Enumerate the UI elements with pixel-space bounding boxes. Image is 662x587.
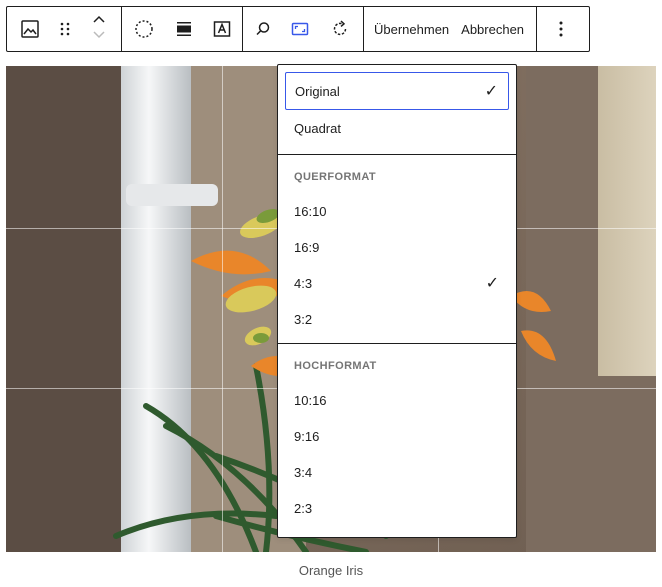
aspect-ratio-menu-portrait-section: Hochformat 10:16 9:16 3:4 2:3	[278, 344, 516, 532]
block-type-button[interactable]	[7, 7, 53, 51]
more-options-button[interactable]	[537, 7, 585, 51]
apply-button-label: Übernehmen	[374, 21, 450, 37]
move-up-down-button[interactable]	[77, 7, 121, 51]
toolbar-group-block	[7, 7, 122, 51]
aspect-option-label: 16:9	[294, 239, 320, 255]
align-button[interactable]	[166, 7, 202, 51]
checkmark-icon: ✓	[484, 83, 498, 100]
toolbar-group-style	[122, 7, 243, 51]
drag-handle-icon	[53, 17, 77, 41]
toolbar-group-crop	[243, 7, 364, 51]
rotate-icon	[328, 17, 352, 41]
portrait-heading: Hochformat	[294, 360, 377, 372]
toolbar-group-actions: Übernehmen Abbrechen	[364, 7, 538, 51]
crop-grid-line	[222, 66, 223, 552]
apply-button[interactable]: Übernehmen	[364, 7, 455, 51]
duotone-button[interactable]	[122, 7, 166, 51]
aspect-option-label: 3:2	[294, 311, 313, 327]
aspect-option-label: 10:16	[294, 392, 327, 408]
cancel-button[interactable]: Abbrechen	[455, 7, 536, 51]
aspect-option-4-3[interactable]: 4:3 ✓	[285, 265, 509, 301]
align-icon	[172, 17, 196, 41]
search-icon	[251, 17, 275, 41]
aspect-option-3-4[interactable]: 3:4	[285, 454, 509, 490]
checkmark-icon: ✓	[485, 275, 499, 292]
more-options-icon	[549, 17, 573, 41]
aspect-option-label: 9:16	[294, 428, 320, 444]
aspect-option-10-16[interactable]: 10:16	[285, 382, 509, 418]
aspect-ratio-menu-top-section: Original ✓ Quadrat	[278, 65, 516, 155]
block-toolbar: Übernehmen Abbrechen	[6, 6, 590, 52]
aspect-option-16-9[interactable]: 16:9	[285, 229, 509, 265]
aspect-ratio-menu-landscape-section: Querformat 16:10 16:9 4:3 ✓ 3:2	[278, 155, 516, 344]
move-up-down-icon	[91, 13, 107, 46]
aspect-ratio-button[interactable]	[283, 7, 317, 51]
text-overlay-icon	[210, 17, 234, 41]
aspect-option-label: 16:10	[294, 203, 327, 219]
aspect-option-label: Original	[295, 83, 340, 99]
image-icon	[18, 17, 42, 41]
aspect-option-9-16[interactable]: 9:16	[285, 418, 509, 454]
toolbar-group-more	[537, 7, 585, 51]
aspect-option-16-10[interactable]: 16:10	[285, 193, 509, 229]
landscape-heading: Querformat	[294, 171, 377, 183]
aspect-ratio-menu: Original ✓ Quadrat Querformat 16:10 16:9…	[277, 64, 517, 538]
aspect-option-label: 4:3	[294, 275, 313, 291]
aspect-option-label: 2:3	[294, 500, 313, 516]
text-overlay-button[interactable]	[202, 7, 242, 51]
aspect-option-quadrat[interactable]: Quadrat	[285, 110, 509, 146]
zoom-button[interactable]	[243, 7, 283, 51]
rotate-button[interactable]	[317, 7, 363, 51]
image-caption[interactable]: Orange Iris	[0, 563, 662, 578]
duotone-icon	[132, 17, 156, 41]
cancel-button-label: Abbrechen	[461, 21, 525, 37]
aspect-option-3-2[interactable]: 3:2	[285, 301, 509, 337]
aspect-option-label: Quadrat	[294, 120, 341, 136]
drag-handle-button[interactable]	[53, 7, 77, 51]
aspect-option-2-3[interactable]: 2:3	[285, 490, 509, 526]
aspect-ratio-icon	[288, 17, 312, 41]
aspect-option-original[interactable]: Original ✓	[285, 72, 509, 110]
aspect-option-label: 3:4	[294, 464, 313, 480]
